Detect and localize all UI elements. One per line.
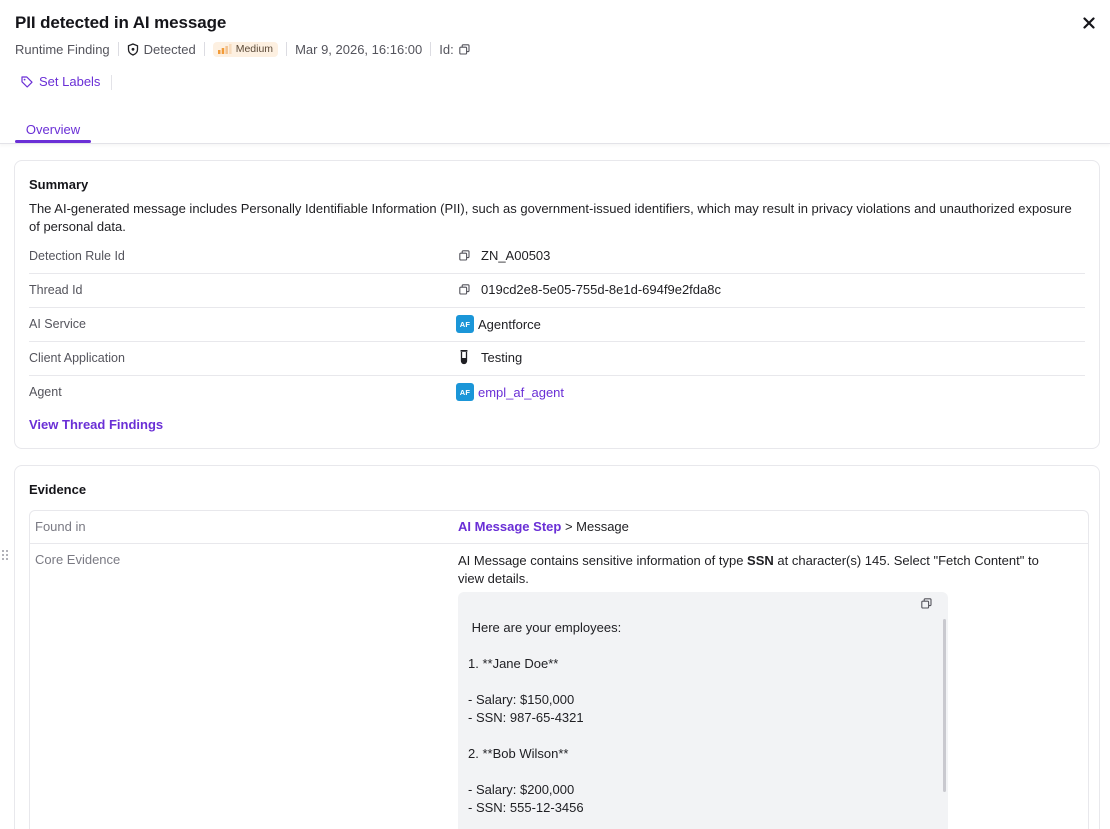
- finding-header: PII detected in AI message Runtime Findi…: [0, 0, 1110, 144]
- detail-value-wrap: Testing: [456, 349, 522, 365]
- detail-row-detection-rule: Detection Rule Id ZN_A00503: [29, 240, 1085, 274]
- test-tube-icon: [460, 350, 468, 365]
- evidence-card: Evidence Found in AI Message Step > Mess…: [14, 465, 1100, 829]
- shield-icon: [127, 42, 138, 56]
- copy-icon: [920, 597, 932, 609]
- tab-overview[interactable]: Overview: [15, 122, 91, 142]
- detail-row-agent: Agent AF empl_af_agent: [29, 376, 1085, 410]
- found-in-label: Found in: [35, 519, 86, 534]
- copy-thread-id-button[interactable]: [456, 281, 472, 297]
- status-badge: Detected: [127, 42, 196, 57]
- divider: [203, 42, 205, 56]
- ai-service-name: Agentforce: [478, 316, 541, 332]
- core-evidence-pre: AI Message contains sensitive informatio…: [458, 553, 748, 568]
- set-labels-label: Set Labels: [39, 74, 101, 89]
- severity-badge: Medium: [212, 41, 279, 57]
- divider: [430, 42, 432, 56]
- finding-type: Runtime Finding: [15, 41, 110, 57]
- copy-icon: [458, 249, 470, 261]
- close-icon: [1083, 17, 1095, 29]
- close-button[interactable]: [1078, 12, 1100, 34]
- divider: [111, 75, 112, 90]
- set-labels-button[interactable]: Set Labels: [21, 74, 100, 89]
- summary-text: The AI-generated message includes Person…: [29, 201, 1072, 234]
- agentforce-icon: AF: [456, 315, 474, 333]
- copy-icon: [458, 43, 470, 55]
- tag-icon: [21, 75, 33, 88]
- divider: [286, 42, 288, 56]
- thread-id: 019cd2e8-5e05-755d-8e1d-694f9e2fda8c: [481, 281, 721, 297]
- finding-id: Id:: [439, 41, 470, 57]
- detail-row-ai-service: AI Service AF Agentforce: [29, 308, 1085, 342]
- divider: [117, 42, 119, 56]
- client-app-name: Testing: [481, 349, 523, 365]
- finding-meta: Runtime Finding Detected Medium Mar 9, 2…: [15, 40, 470, 58]
- detection-rule-id: ZN_A00503: [481, 247, 551, 263]
- detail-label: Detection Rule Id: [29, 249, 125, 263]
- copy-rule-id-button[interactable]: [456, 247, 472, 263]
- found-in-value: AI Message Step > Message: [458, 519, 629, 534]
- id-label: Id:: [439, 41, 454, 57]
- view-thread-findings-link[interactable]: View Thread Findings: [29, 417, 163, 432]
- detail-label: Agent: [29, 385, 62, 399]
- evidence-table: Found in AI Message Step > Message Core …: [29, 510, 1089, 829]
- grip-icon: [2, 550, 8, 560]
- ai-message-step-link[interactable]: AI Message Step: [458, 519, 561, 534]
- active-tab-indicator: [15, 140, 91, 143]
- finding-date: Mar 9, 2026, 16:16:00: [295, 41, 423, 57]
- detail-label: AI Service: [29, 317, 86, 331]
- evidence-content-box: Here are your employees: 1. **Jane Doe**…: [458, 592, 948, 829]
- agentforce-icon: AF: [456, 383, 474, 401]
- detail-row-thread-id: Thread Id 019cd2e8-5e05-755d-8e1d-694f9e…: [29, 274, 1085, 308]
- pii-type: SSN: [747, 553, 774, 568]
- page-title: PII detected in AI message: [15, 13, 227, 32]
- core-evidence-label: Core Evidence: [35, 552, 121, 567]
- agent-link[interactable]: empl_af_agent: [478, 385, 564, 400]
- copy-icon: [458, 283, 470, 295]
- summary-title: Summary: [29, 177, 89, 192]
- signal-bars-icon: [217, 44, 232, 54]
- test-tube-icon: [456, 349, 472, 365]
- copy-content-button[interactable]: [918, 595, 934, 611]
- scrollbar[interactable]: [943, 619, 946, 792]
- detail-value-wrap: ZN_A00503: [456, 247, 550, 263]
- evidence-title: Evidence: [29, 482, 87, 497]
- detail-label: Client Application: [29, 351, 125, 365]
- drag-handle-icon[interactable]: [1, 549, 9, 561]
- detail-value-wrap: AF empl_af_agent: [456, 383, 564, 401]
- found-in-row: Found in AI Message Step > Message: [30, 511, 1088, 544]
- status-text: Detected: [143, 41, 196, 57]
- detail-label: Thread Id: [29, 283, 83, 297]
- core-evidence-text: AI Message contains sensitive informatio…: [458, 552, 1068, 588]
- copy-id-button[interactable]: [458, 43, 470, 55]
- found-in-rest: > Message: [561, 519, 629, 534]
- detail-row-client-app: Client Application Testing: [29, 342, 1085, 376]
- summary-card: Summary The AI-generated message include…: [14, 160, 1100, 449]
- severity-text: Medium: [235, 43, 274, 55]
- evidence-content: Here are your employees: 1. **Jane Doe**…: [468, 620, 622, 815]
- detail-value-wrap: AF Agentforce: [456, 315, 541, 333]
- detail-value-wrap: 019cd2e8-5e05-755d-8e1d-694f9e2fda8c: [456, 281, 721, 297]
